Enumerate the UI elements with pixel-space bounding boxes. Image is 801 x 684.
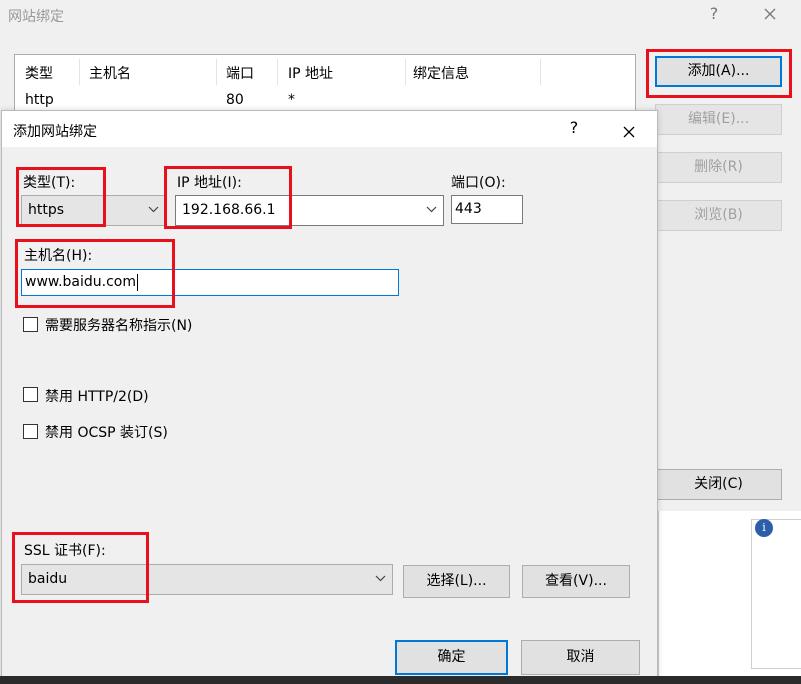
column-header-binding-info[interactable]: 绑定信息 [413, 63, 469, 83]
host-name-input[interactable]: www.baidu.com [21, 269, 399, 296]
dialog-title: 添加网站绑定 [13, 124, 97, 140]
background-panel [658, 511, 801, 684]
close-icon [764, 8, 776, 20]
host-name-value: www.baidu.com [25, 274, 136, 290]
view-certificate-button[interactable]: 查看(V)... [522, 565, 630, 598]
chevron-down-icon [426, 206, 437, 213]
chevron-down-icon [375, 575, 386, 582]
column-divider [79, 59, 80, 85]
dialog-titlebar: 添加网站绑定 ? [2, 111, 657, 147]
disable-http2-label[interactable]: 禁用 HTTP/2(D) [45, 386, 149, 406]
add-binding-dialog: 添加网站绑定 ? 类型(T): https IP 地址(I): 192.168.… [1, 110, 658, 684]
info-icon: i [755, 519, 773, 537]
window-close-button[interactable] [758, 4, 782, 24]
taskbar-strip [0, 676, 801, 684]
help-icon: ? [709, 4, 719, 23]
sni-checkbox-label[interactable]: 需要服务器名称指示(N) [45, 315, 192, 335]
ssl-certificate-value: baidu [28, 571, 68, 587]
port-input[interactable]: 443 [451, 195, 523, 224]
column-divider [277, 59, 278, 85]
help-icon: ? [569, 118, 579, 137]
column-header-port[interactable]: 端口 [226, 63, 254, 83]
ip-address-label: IP 地址(I): [177, 175, 242, 191]
chevron-down-icon [148, 206, 159, 213]
window-help-button[interactable]: ? [702, 4, 726, 23]
column-divider [540, 59, 541, 85]
table-cell-type: http [25, 92, 54, 108]
type-select-value: https [28, 202, 65, 218]
dialog-help-button[interactable]: ? [562, 118, 586, 137]
ok-button[interactable]: 确定 [395, 640, 508, 675]
disable-ocsp-label[interactable]: 禁用 OCSP 装订(S) [45, 422, 168, 442]
window-title: 网站绑定 [8, 9, 64, 25]
port-label: 端口(O): [451, 175, 506, 191]
host-name-label: 主机名(H): [24, 248, 93, 264]
sni-checkbox[interactable] [23, 317, 38, 332]
bindings-table[interactable]: 类型 主机名 端口 IP 地址 绑定信息 http 80 * [14, 54, 636, 116]
close-window-button[interactable]: 关闭(C) [655, 469, 782, 500]
type-select[interactable]: https [21, 195, 166, 226]
remove-binding-button[interactable]: 删除(R) [655, 152, 782, 183]
edit-binding-button[interactable]: 编辑(E)... [655, 104, 782, 135]
column-header-hostname[interactable]: 主机名 [89, 63, 131, 83]
column-header-type[interactable]: 类型 [25, 63, 53, 83]
text-caret [136, 273, 138, 291]
column-divider [405, 59, 406, 85]
table-cell-port: 80 [226, 92, 244, 108]
disable-ocsp-checkbox[interactable] [23, 424, 38, 439]
column-header-ip[interactable]: IP 地址 [288, 63, 333, 83]
add-binding-button[interactable]: 添加(A)... [655, 56, 782, 87]
column-divider [216, 59, 217, 85]
cancel-button[interactable]: 取消 [521, 640, 640, 675]
close-icon [623, 126, 635, 138]
browse-binding-button[interactable]: 浏览(B) [655, 200, 782, 231]
select-certificate-button[interactable]: 选择(L)... [403, 565, 510, 598]
background-panel-inner [751, 519, 801, 669]
type-label: 类型(T): [23, 175, 76, 191]
ssl-certificate-label: SSL 证书(F): [24, 543, 106, 559]
dialog-close-button[interactable] [617, 123, 641, 142]
ip-address-value: 192.168.66.1 [182, 202, 276, 218]
disable-http2-checkbox[interactable] [23, 387, 38, 402]
table-cell-ip: * [288, 92, 295, 108]
ip-address-select[interactable]: 192.168.66.1 [175, 195, 444, 226]
ssl-certificate-select[interactable]: baidu [21, 564, 393, 595]
